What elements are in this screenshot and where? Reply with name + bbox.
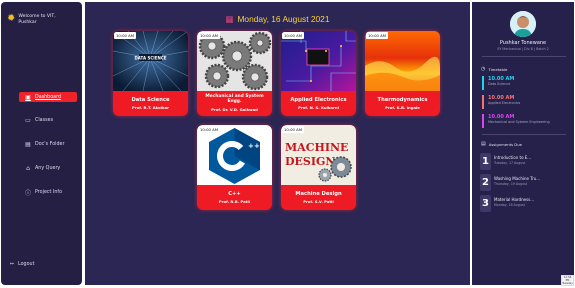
dashboard-icon: ▣	[25, 93, 31, 101]
timetable-subject: Mechanical and System Engineering	[488, 120, 550, 124]
cpp-logo-image: + +	[197, 125, 272, 185]
document-icon: ▤	[25, 140, 31, 148]
sidebar-item-label: Dashboard	[35, 94, 62, 100]
svg-text:+: +	[254, 142, 260, 150]
class-card-mechanical[interactable]: 10:00 AM Mechanical and System Engg. Pro…	[197, 31, 272, 116]
assignment-item[interactable]: 1 Introduction to E... Tuesday, 17 Augus…	[480, 153, 570, 171]
assignment-item[interactable]: 3 Material Hardness... Monday, 16 August	[480, 195, 570, 213]
class-name: Machine Design	[295, 191, 342, 197]
circuit-board-image	[281, 31, 356, 91]
timetable-subject: Data Science	[488, 82, 511, 86]
assignment-number: 1	[480, 153, 491, 170]
class-professor: Prof. K.B. Ingale	[385, 105, 420, 110]
machine-design-image: MACHINE DESIGN	[281, 125, 356, 185]
assignment-date: Thursday, 19 August	[494, 182, 528, 186]
assignment-item[interactable]: 2 Washing Machine Tru... Thursday, 19 Au…	[480, 174, 570, 192]
divider	[482, 56, 566, 57]
class-professor: Prof. R.T. Akolkar	[132, 105, 169, 110]
avatar[interactable]	[510, 11, 536, 37]
class-card-applied-electronics[interactable]: 10:00 AM Applied Electronics Prof. N. S.…	[281, 31, 356, 116]
sidebar-item-label: Project Info	[35, 189, 63, 195]
timetable-entry[interactable]: 10.00 AM Applied Electronics	[482, 95, 570, 109]
clock-icon: ◷	[481, 66, 486, 72]
class-name: Mechanical and System Engg.	[205, 94, 264, 105]
logout-icon: ↦	[10, 262, 15, 267]
class-name: Applied Electronics	[290, 97, 347, 103]
class-time: 10:00 AM	[282, 126, 305, 133]
logout-label: Logout	[18, 262, 35, 267]
clock-day: Tuesday	[562, 282, 573, 285]
system-clock: 12:36 PM Tuesday	[561, 275, 574, 286]
main-content: ▦ Monday, 16 August 2021 DATA SCIENCE 10…	[85, 2, 470, 285]
gears-image	[197, 31, 272, 91]
class-time: 10:00 AM	[114, 32, 137, 39]
class-time: 10:00 AM	[366, 32, 389, 39]
date-text: Monday, 16 August 2021	[237, 14, 330, 24]
data-science-image-text: DATA SCIENCE	[134, 56, 166, 61]
assignment-number: 3	[480, 195, 491, 212]
assignment-icon: ▤	[481, 141, 486, 147]
assignment-number: 2	[480, 174, 491, 191]
calendar-icon: ▦	[225, 14, 234, 24]
fire-image	[365, 31, 440, 91]
logout-button[interactable]: ↦ Logout	[10, 262, 34, 267]
welcome-user: Pushkar	[18, 20, 37, 25]
assignment-date: Tuesday, 17 August	[494, 161, 526, 165]
timetable-entry[interactable]: 10.00 AM Data Science	[482, 76, 570, 90]
class-professor: Prof. N. S. Kulkarni	[298, 105, 339, 110]
sidebar-item-label: Classes	[35, 117, 54, 123]
class-name: Data Science	[131, 97, 170, 103]
timetable-entry[interactable]: 10.00 AM Mechanical and System Engineeri…	[482, 114, 570, 128]
sidebar-item-project-info[interactable]: ⓘ Project Info	[19, 187, 77, 197]
sidebar-item-label: Any Query	[35, 165, 61, 171]
sidebar-item-any-query[interactable]: ⌂ Any Query	[19, 163, 77, 173]
sidebar-item-dashboard[interactable]: ▣ Dashboard	[19, 92, 77, 102]
assignment-title: Washing Machine Tru...	[494, 176, 541, 181]
info-icon: ⓘ	[25, 189, 32, 197]
class-card-data-science[interactable]: DATA SCIENCE 10:00 AM Data Science Prof.…	[113, 31, 188, 116]
sidebar-item-classes[interactable]: ▭ Classes	[19, 115, 77, 125]
data-science-image: DATA SCIENCE	[113, 31, 188, 91]
assignment-title: Introduction to E...	[494, 155, 532, 160]
sidebar-item-label: Doc's Folder	[35, 141, 65, 147]
class-card-cpp[interactable]: + + 10:00 AM C++ Prof. R.B. Patil	[197, 125, 272, 210]
query-icon: ⌂	[26, 164, 30, 172]
class-card-machine-design[interactable]: MACHINE DESIGN 10:00 AM Machine Design P…	[281, 125, 356, 210]
assignment-date: Monday, 16 August	[494, 203, 525, 207]
welcome-block: ✹ Welcome to VIT, Pushkar	[7, 14, 56, 26]
avatar-image	[510, 11, 536, 37]
classes-icon: ▭	[25, 116, 31, 124]
class-name: Thermodynamics	[377, 97, 428, 103]
machine-design-image-text-1: MACHINE	[285, 141, 348, 154]
assignments-heading: ▤ Assignments Due	[481, 141, 522, 147]
class-card-thermodynamics[interactable]: 10:00 AM Thermodynamics Prof. K.B. Ingal…	[365, 31, 440, 116]
class-professor: Prof. S.V. Patil	[303, 199, 334, 204]
class-professor: Prof. R.B. Patil	[218, 199, 251, 204]
sun-icon: ✹	[7, 13, 16, 24]
profile-subtitle: SY Mechanical | Div B | Batch 2	[497, 47, 549, 51]
sidebar-item-docs-folder[interactable]: ▤ Doc's Folder	[19, 139, 77, 149]
machine-design-image-text-2: DESIGN	[285, 155, 335, 168]
assignments-title: Assignments Due	[488, 141, 522, 147]
timetable-subject: Applied Electronics	[488, 101, 521, 105]
sidebar: ✹ Welcome to VIT, Pushkar ▣ Dashboard ▭ …	[1, 2, 82, 285]
assignment-title: Material Hardness...	[494, 197, 535, 202]
timetable-title: Timetable	[488, 66, 508, 72]
profile-panel: Pushkar Tonewane SY Mechanical | Div B |…	[472, 2, 574, 285]
divider	[482, 134, 566, 135]
profile-name: Pushkar Tonewane	[499, 40, 547, 46]
class-name: C++	[228, 191, 241, 197]
class-professor: Prof. Dr. V.D. Gaikwad	[211, 107, 258, 112]
class-time: 10:00 AM	[198, 32, 221, 39]
class-time: 10:00 AM	[198, 126, 221, 133]
date-header: ▦ Monday, 16 August 2021	[85, 14, 470, 24]
class-time: 10:00 AM	[282, 32, 305, 39]
timetable-heading: ◷ Timetable	[481, 66, 507, 72]
